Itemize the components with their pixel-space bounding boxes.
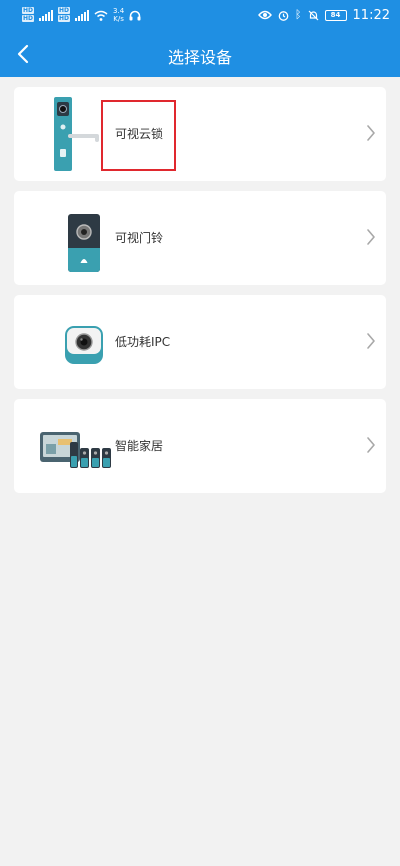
chevron-right-icon [367, 125, 375, 141]
chevron-right-icon [367, 437, 375, 453]
network-speed: 3.4 K/s [113, 7, 124, 23]
doorbell-icon [68, 214, 100, 272]
wifi-icon [94, 10, 108, 21]
eye-icon [257, 10, 272, 20]
device-label: 低功耗IPC [115, 335, 171, 349]
mute-bell-icon [308, 10, 318, 20]
device-card-smart-lock[interactable]: 可视云锁 [14, 87, 386, 181]
signal-icon [39, 9, 54, 21]
bluetooth-icon: ᛒ [294, 8, 302, 21]
status-bar-right: ᛒ 84 11:22 [257, 7, 390, 23]
device-label: 智能家居 [115, 439, 164, 453]
highlight-box [101, 100, 176, 171]
hd-badge-icon: HD HD [58, 7, 71, 22]
chevron-right-icon [367, 333, 375, 349]
hd-badge-icon: HD HD [22, 7, 35, 22]
battery-icon: 84 [324, 9, 347, 21]
device-card-doorbell[interactable]: 可视门铃 [14, 191, 386, 285]
device-card-ipc[interactable]: 低功耗IPC [14, 295, 386, 389]
headset-icon [129, 10, 141, 20]
page-title: 选择设备 [167, 48, 232, 67]
speed-unit: K/s [113, 15, 124, 23]
alarm-icon [278, 10, 289, 21]
status-bar-left: HD HD HD HD 3.4 K/s [22, 7, 141, 23]
device-label: 可视门铃 [115, 231, 164, 245]
status-bar: HD HD HD HD 3.4 K/s ᛒ 84 11:22 [0, 0, 400, 30]
nav-bar: 选择设备 [0, 30, 400, 77]
status-time: 11:22 [352, 7, 390, 23]
chevron-right-icon [367, 229, 375, 245]
signal-icon [75, 9, 90, 21]
smart-home-icon [40, 432, 111, 468]
app-header: HD HD HD HD 3.4 K/s ᛒ 84 11:22 选择设备 [0, 0, 400, 77]
ipc-camera-icon [65, 326, 103, 364]
speed-value: 3.4 [113, 7, 125, 15]
device-card-smart-home[interactable]: 智能家居 [14, 399, 386, 493]
